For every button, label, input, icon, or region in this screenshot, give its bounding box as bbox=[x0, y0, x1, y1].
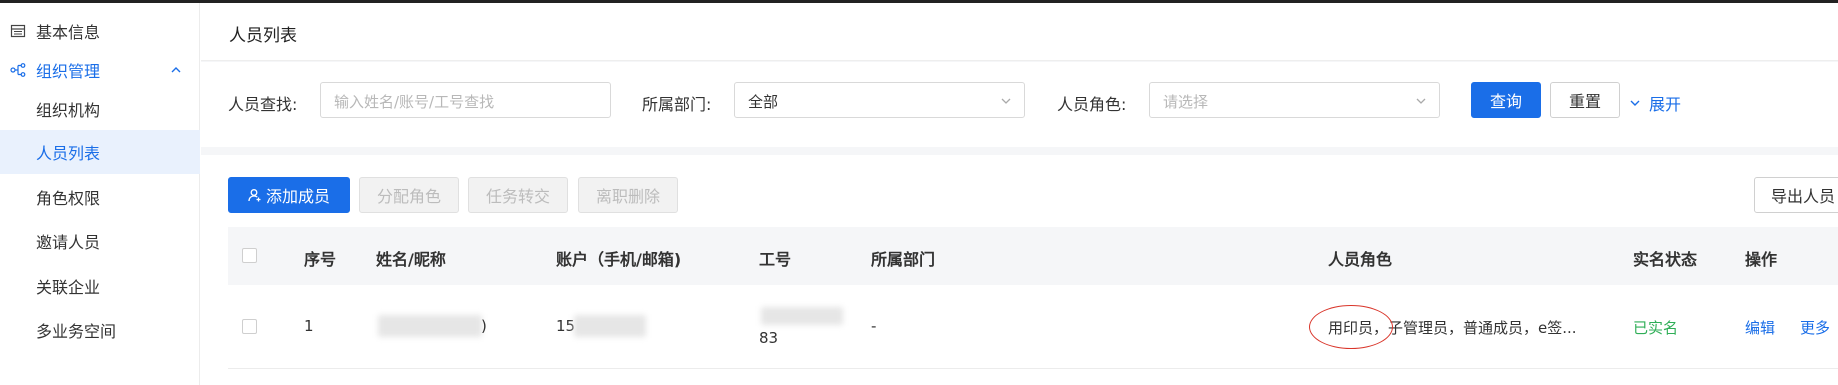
department-label: 所属部门: bbox=[642, 95, 712, 114]
sidebar-item-linked-companies[interactable]: 关联企业 bbox=[0, 264, 200, 308]
chevron-down-icon bbox=[1416, 98, 1426, 104]
redacted-account bbox=[574, 315, 646, 337]
add-user-icon bbox=[248, 189, 261, 202]
add-member-button[interactable]: 添加成员 bbox=[228, 177, 350, 213]
row-index: 1 bbox=[304, 317, 314, 335]
chevron-up-icon bbox=[171, 67, 181, 73]
column-header: 工号 bbox=[759, 250, 792, 269]
row-department: - bbox=[871, 317, 877, 335]
export-members-button[interactable]: 导出人员 bbox=[1754, 177, 1838, 213]
search-placeholder: 输入姓名/账号/工号查找 bbox=[334, 93, 495, 111]
sidebar-item-label: 多业务空间 bbox=[36, 322, 117, 341]
role-select[interactable]: 请选择 bbox=[1149, 82, 1440, 118]
sidebar-item-basic-info[interactable]: 基本信息 bbox=[0, 9, 200, 53]
chevron-down-icon bbox=[1001, 98, 1011, 104]
redacted-name bbox=[378, 315, 482, 337]
sidebar-item-label: 组织管理 bbox=[36, 62, 101, 81]
member-table-panel: 添加成员 分配角色 任务转交 离职删除 导出人员 序号 姓名/昵称 账户（手机/… bbox=[201, 155, 1838, 385]
select-all-checkbox[interactable] bbox=[242, 248, 257, 263]
table-icon bbox=[10, 24, 26, 38]
assign-role-button[interactable]: 分配角色 bbox=[359, 177, 459, 213]
row-name-suffix: ) bbox=[481, 317, 487, 335]
sidebar-group-org-management[interactable]: 组织管理 bbox=[0, 48, 200, 92]
column-header: 实名状态 bbox=[1633, 250, 1698, 269]
org-tree-icon bbox=[10, 63, 26, 77]
sidebar-item-role-permissions[interactable]: 角色权限 bbox=[0, 175, 200, 219]
table-header: 序号 姓名/昵称 账户（手机/邮箱) 工号 所属部门 人员角色 实名状态 操作 bbox=[228, 227, 1838, 285]
sidebar: 基本信息 组织管理 组织机构 人员列表 角色权限 邀请人员 关联企业 多业务空间 bbox=[0, 3, 200, 385]
sidebar-item-invite-members[interactable]: 邀请人员 bbox=[0, 219, 200, 263]
department-value: 全部 bbox=[748, 93, 779, 111]
chevron-down-icon bbox=[1630, 100, 1640, 106]
main-area: 人员列表 人员查找: 输入姓名/账号/工号查找 所属部门: 全部 人员角色: 请… bbox=[201, 3, 1838, 385]
transfer-task-button[interactable]: 任务转交 bbox=[468, 177, 568, 213]
row-checkbox[interactable] bbox=[242, 319, 257, 334]
page-title: 人员列表 bbox=[229, 26, 297, 46]
search-label: 人员查找: bbox=[228, 95, 298, 114]
search-input[interactable]: 输入姓名/账号/工号查找 bbox=[320, 82, 611, 118]
add-member-label: 添加成员 bbox=[265, 187, 330, 206]
column-header: 所属部门 bbox=[871, 250, 936, 269]
row-edit-link[interactable]: 编辑 bbox=[1745, 317, 1775, 338]
column-header: 序号 bbox=[304, 250, 337, 269]
row-more-link[interactable]: 更多 bbox=[1800, 317, 1830, 338]
expand-link-label: 展开 bbox=[1649, 95, 1682, 114]
sidebar-item-label: 角色权限 bbox=[36, 189, 101, 208]
column-header: 操作 bbox=[1745, 250, 1778, 269]
sidebar-item-label: 组织机构 bbox=[36, 101, 101, 120]
role-placeholder: 请选择 bbox=[1163, 93, 1209, 111]
table-row[interactable]: 1 ) 15 83 - 用印员，子管理员，普通成员，e签... 已实名 编辑 更… bbox=[228, 285, 1838, 369]
column-header: 人员角色 bbox=[1328, 250, 1393, 269]
expand-link[interactable]: 展开 bbox=[1629, 91, 1681, 115]
sidebar-item-label: 人员列表 bbox=[36, 144, 101, 163]
reset-button[interactable]: 重置 bbox=[1550, 82, 1620, 118]
annotation-circle bbox=[1309, 305, 1393, 349]
sidebar-item-org-structure[interactable]: 组织机构 bbox=[0, 87, 200, 131]
column-header: 账户（手机/邮箱) bbox=[556, 250, 682, 269]
title-bar: 人员列表 bbox=[201, 3, 1838, 61]
sidebar-item-label: 关联企业 bbox=[36, 278, 101, 297]
sidebar-item-member-list[interactable]: 人员列表 bbox=[0, 130, 200, 174]
row-status-badge: 已实名 bbox=[1633, 319, 1679, 337]
row-account-prefix: 15 bbox=[556, 317, 576, 335]
department-select[interactable]: 全部 bbox=[734, 82, 1025, 118]
row-job-number-suffix: 83 bbox=[759, 329, 779, 347]
query-button[interactable]: 查询 bbox=[1471, 82, 1541, 118]
sidebar-item-label: 邀请人员 bbox=[36, 233, 101, 252]
sidebar-item-multi-business-space[interactable]: 多业务空间 bbox=[0, 308, 200, 352]
resign-delete-button[interactable]: 离职删除 bbox=[578, 177, 678, 213]
role-label: 人员角色: bbox=[1057, 95, 1127, 114]
redacted-job-number bbox=[761, 307, 843, 325]
sidebar-item-label: 基本信息 bbox=[36, 23, 101, 42]
column-header: 姓名/昵称 bbox=[376, 250, 446, 269]
filter-bar: 人员查找: 输入姓名/账号/工号查找 所属部门: 全部 人员角色: 请选择 查询… bbox=[201, 62, 1838, 147]
